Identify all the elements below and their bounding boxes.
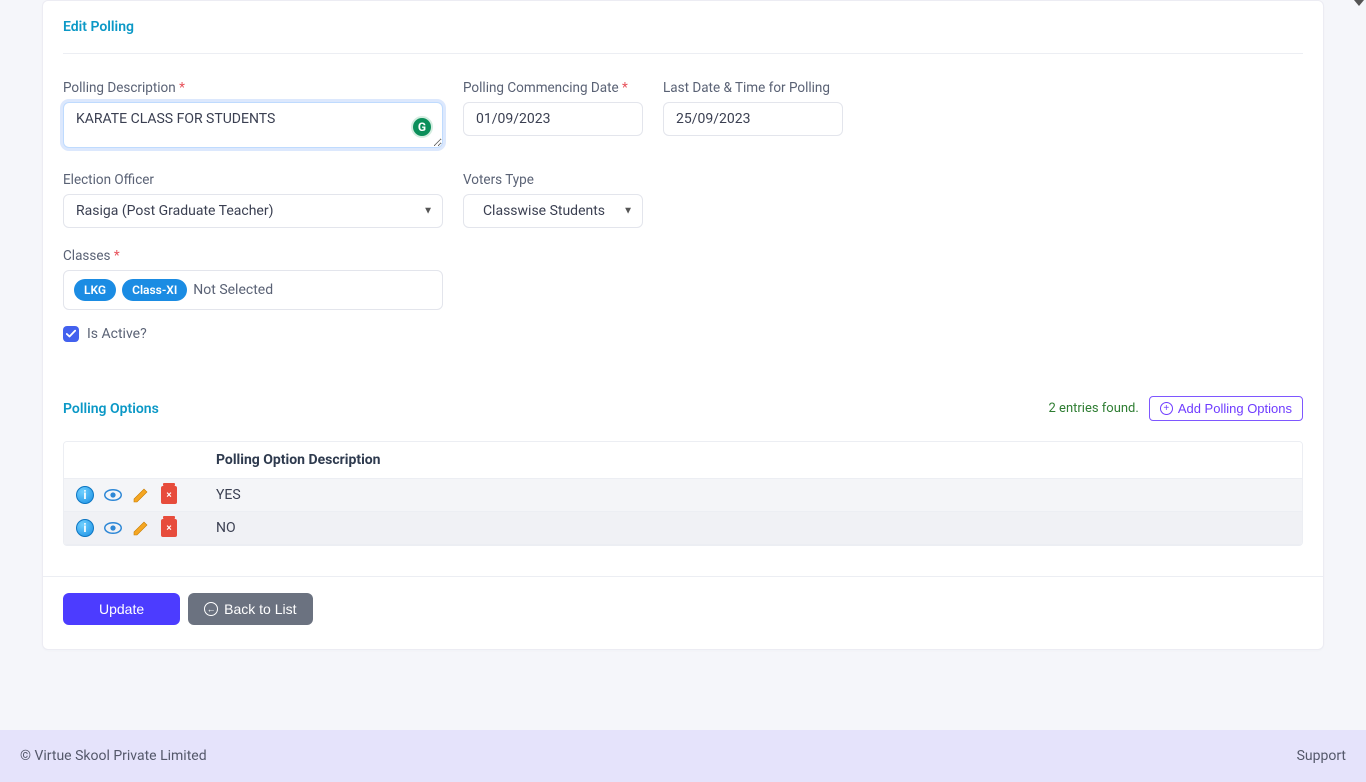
section-title-polling-options: Polling Options (63, 401, 159, 417)
add-polling-options-label: Add Polling Options (1178, 401, 1292, 416)
table-header-description: Polling Option Description (204, 442, 1302, 478)
info-icon[interactable]: i (76, 519, 94, 537)
label-last-date: Last Date & Time for Polling (663, 80, 843, 96)
back-to-list-button[interactable]: ← Back to List (188, 593, 312, 625)
class-chip[interactable]: Class-XI (122, 279, 187, 301)
label-voters-type: Voters Type (463, 172, 643, 188)
table-header-actions (64, 442, 204, 478)
info-icon[interactable]: i (76, 486, 94, 504)
view-icon[interactable] (104, 486, 122, 504)
polling-options-table: Polling Option Description i×YESi×NO (63, 441, 1303, 546)
table-header: Polling Option Description (64, 442, 1302, 479)
entries-found-text: 2 entries found. (1049, 401, 1139, 416)
edit-icon[interactable] (132, 519, 150, 537)
label-commencing-date: Polling Commencing Date * (463, 80, 643, 96)
label-classes: Classes * (63, 248, 443, 264)
classes-placeholder: Not Selected (193, 282, 273, 298)
polling-description-input[interactable]: KARATE CLASS FOR STUDENTS (63, 102, 443, 148)
classes-multiselect[interactable]: LKG Class-XI Not Selected (63, 270, 443, 310)
update-button[interactable]: Update (63, 593, 180, 625)
commencing-date-input[interactable] (463, 102, 643, 136)
divider (63, 53, 1303, 54)
back-to-list-label: Back to List (224, 601, 296, 617)
footer-copyright: © Virtue Skool Private Limited (20, 748, 207, 764)
row-description: YES (204, 479, 1302, 511)
election-officer-value: Rasiga (Post Graduate Teacher) (76, 203, 273, 219)
label-election-officer: Election Officer (63, 172, 443, 188)
add-polling-options-button[interactable]: + Add Polling Options (1149, 396, 1303, 421)
election-officer-select[interactable]: Rasiga (Post Graduate Teacher) (63, 194, 443, 228)
label-polling-description-text: Polling Description (63, 80, 176, 96)
is-active-checkbox[interactable] (63, 326, 79, 342)
row-description: NO (204, 512, 1302, 544)
is-active-label: Is Active? (87, 326, 147, 342)
delete-icon[interactable]: × (160, 486, 178, 504)
voters-type-select[interactable]: Classwise Students (463, 194, 643, 228)
table-row: i×NO (64, 512, 1302, 545)
site-footer: © Virtue Skool Private Limited Support (0, 730, 1366, 782)
grammarly-icon: G (411, 116, 433, 138)
class-chip[interactable]: LKG (74, 279, 116, 301)
label-polling-description: Polling Description * (63, 80, 443, 96)
section-title-edit-polling: Edit Polling (63, 11, 1303, 53)
plus-circle-icon: + (1160, 402, 1173, 415)
view-icon[interactable] (104, 519, 122, 537)
delete-icon[interactable]: × (160, 519, 178, 537)
edit-icon[interactable] (132, 486, 150, 504)
row-actions: i× (64, 512, 204, 544)
voters-type-value: Classwise Students (483, 203, 605, 219)
table-row: i×YES (64, 479, 1302, 512)
scroll-up-icon[interactable] (1354, 0, 1364, 6)
back-arrow-icon: ← (204, 602, 218, 616)
label-classes-text: Classes (63, 248, 110, 264)
label-commencing-date-text: Polling Commencing Date (463, 80, 619, 96)
row-actions: i× (64, 479, 204, 511)
last-date-input[interactable] (663, 102, 843, 136)
support-link[interactable]: Support (1297, 748, 1346, 764)
